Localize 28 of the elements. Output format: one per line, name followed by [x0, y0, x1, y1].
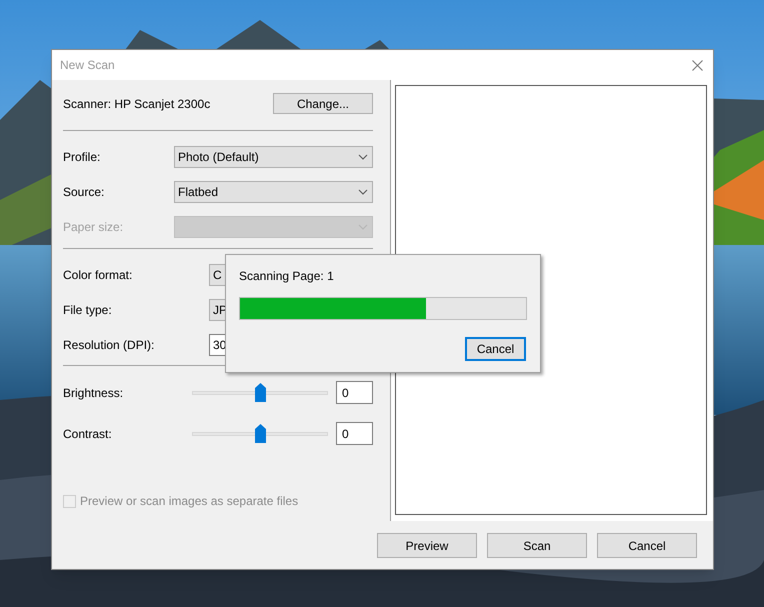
value-field[interactable]: 0: [336, 381, 373, 404]
dropdown[interactable]: Photo (Default): [174, 146, 373, 168]
slider-label: Brightness:: [63, 384, 124, 402]
chevron-down-icon: [358, 188, 368, 194]
slider[interactable]: [192, 382, 328, 402]
checkbox-label: Preview or scan images as separate files: [80, 493, 298, 510]
slider-thumb[interactable]: [255, 382, 266, 402]
value-field[interactable]: 0: [336, 422, 373, 445]
close-icon[interactable]: [692, 60, 703, 70]
scanner-label: Scanner: HP Scanjet 2300c: [63, 96, 210, 112]
dialog-button[interactable]: Scan: [487, 533, 587, 558]
field-label: Source:: [63, 184, 106, 200]
change-button[interactable]: Change...: [273, 93, 373, 114]
field-label: Color format:: [63, 266, 134, 284]
field-label: Profile:: [63, 148, 102, 166]
field-label: File type:: [63, 302, 113, 318]
field-label: Paper size:: [63, 218, 124, 236]
slider-label: Contrast:: [63, 426, 113, 442]
field-label: Resolution (DPI):: [63, 336, 156, 354]
dropdown[interactable]: Flatbed: [174, 180, 373, 202]
slider[interactable]: [192, 424, 328, 444]
window-title: New Scan: [60, 57, 115, 74]
chevron-down-icon: [358, 154, 368, 160]
cancel-button[interactable]: Cancel: [465, 337, 526, 361]
slider-thumb[interactable]: [255, 424, 266, 442]
dialog-button[interactable]: Cancel: [597, 533, 697, 558]
progress-title: Scanning Page: 1: [239, 268, 335, 285]
dialog-button[interactable]: Preview: [377, 533, 477, 558]
